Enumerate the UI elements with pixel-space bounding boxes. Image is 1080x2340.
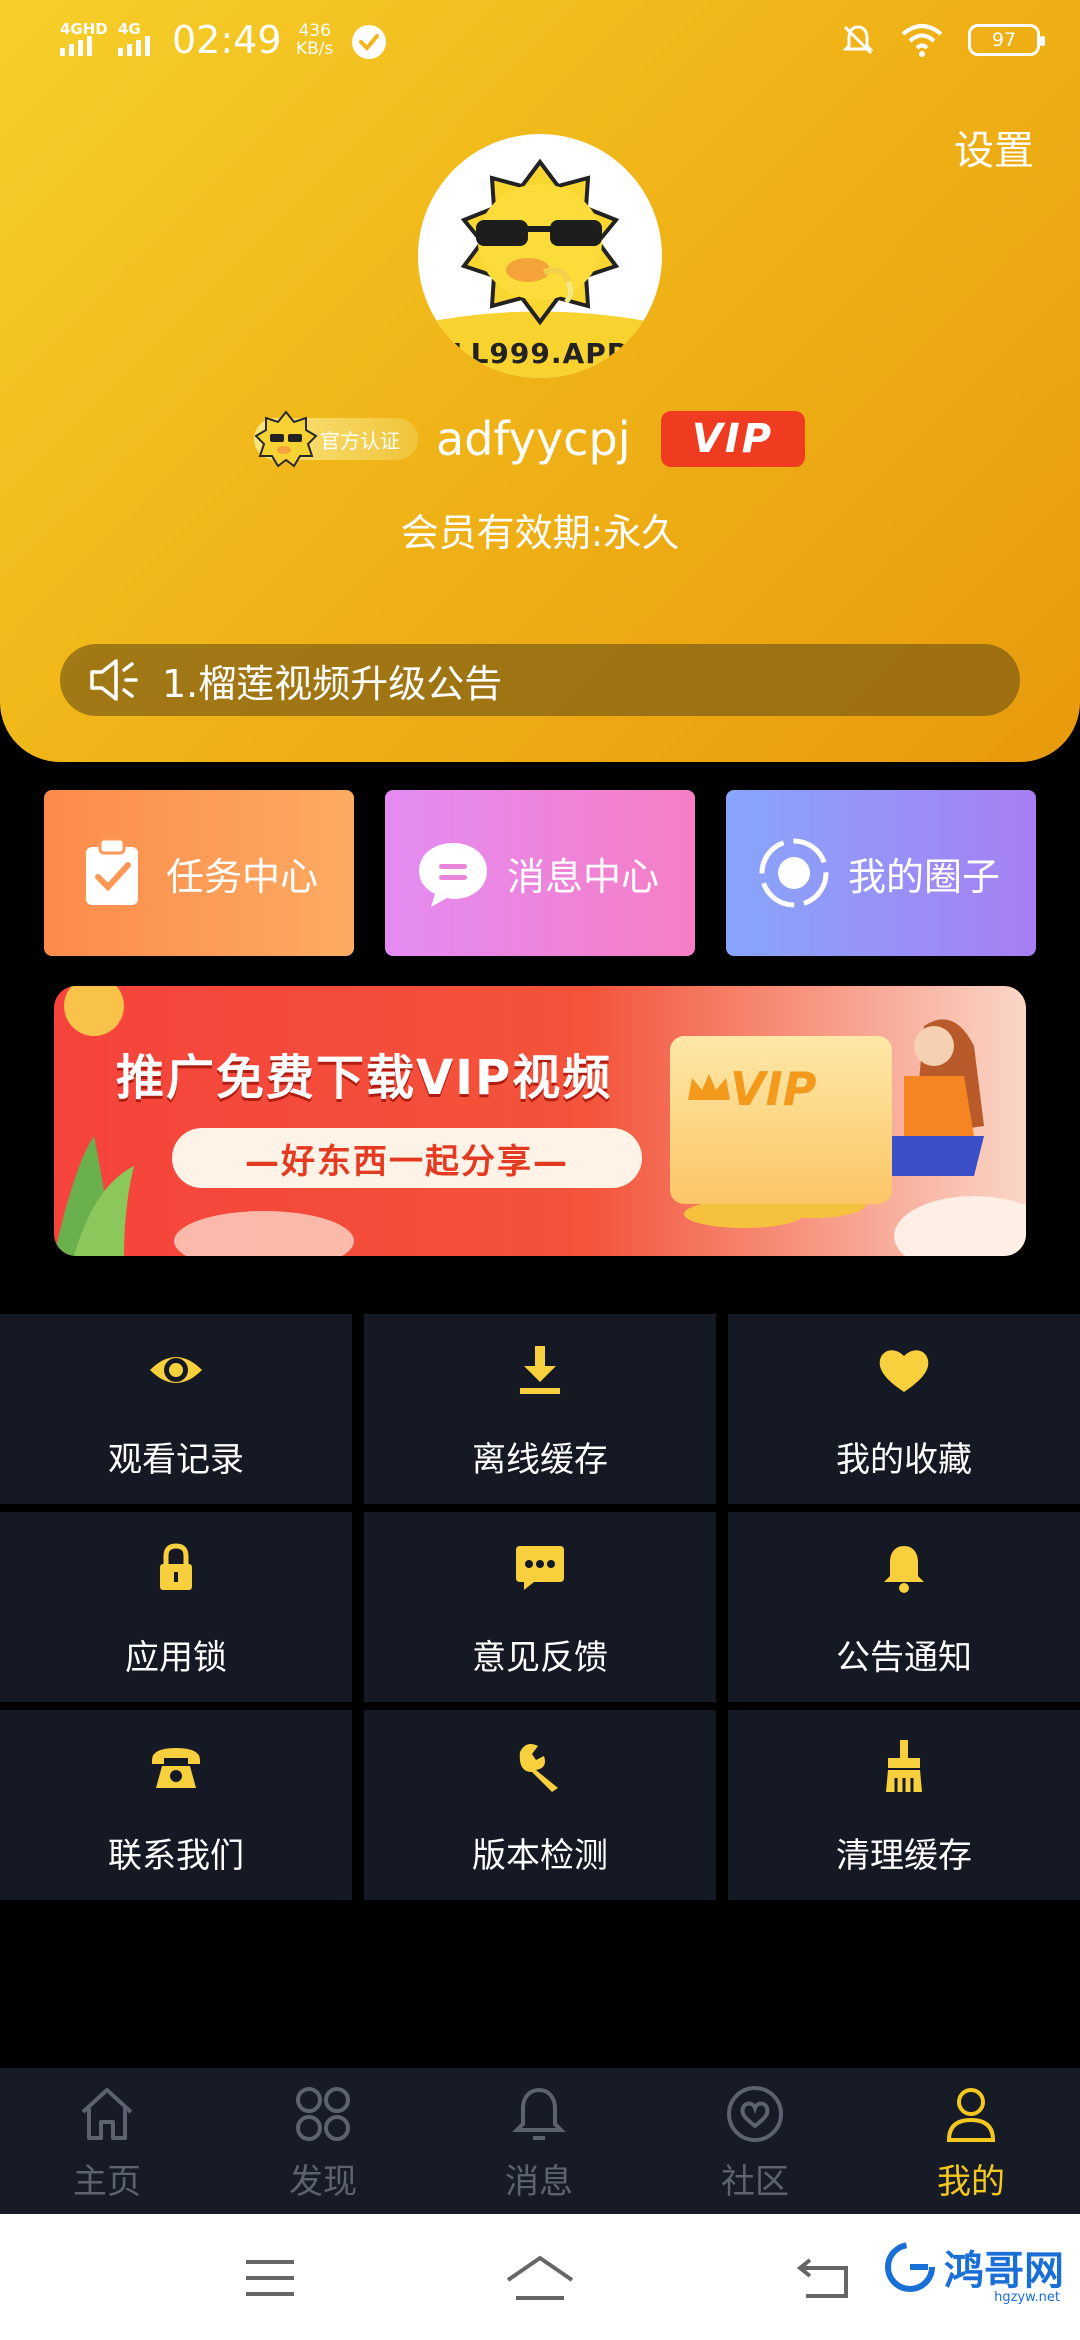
grid-item-favorites[interactable]: 我的收藏 (728, 1314, 1080, 1504)
message-center-card[interactable]: 消息中心 (385, 790, 695, 956)
my-circle-label: 我的圈子 (848, 854, 1001, 899)
tab-discover-label: 发现 (289, 2162, 357, 2202)
avatar-caption: LL999.APP (451, 337, 629, 370)
tab-home[interactable]: 主页 (32, 2082, 182, 2203)
durian-badge-icon (254, 410, 318, 468)
broom-icon (886, 1740, 922, 1792)
grid-item-label: 意见反馈 (472, 1638, 608, 1678)
back-icon[interactable] (796, 2254, 852, 2302)
tab-community[interactable]: 社区 (680, 2082, 830, 2203)
grid-item-app-lock[interactable]: 应用锁 (0, 1512, 352, 1702)
grid-item-label: 观看记录 (108, 1440, 244, 1480)
banner-title: 推广免费下载VIP视频 (116, 1050, 613, 1106)
message-center-label: 消息中心 (507, 854, 660, 899)
mute-bell-icon (842, 25, 874, 55)
speed-value: 436 (298, 21, 331, 41)
crown-icon (688, 1074, 730, 1100)
system-nav-bar: 鸿哥网 hgzyw.net (0, 2214, 1080, 2340)
promo-banner[interactable]: 推广免费下载VIP视频 —好东西一起分享— VIP (54, 986, 1026, 1256)
username: adfyycpj (436, 412, 631, 466)
grid-item-label: 联系我们 (108, 1836, 244, 1876)
network-label-2: 4G (118, 20, 141, 38)
grid-item-label: 公告通知 (836, 1638, 972, 1678)
discover-icon (296, 2087, 350, 2141)
grid-item-label: 版本检测 (472, 1836, 608, 1876)
tab-mine[interactable]: 我的 (896, 2082, 1046, 2203)
heart-icon (879, 1350, 929, 1392)
tab-home-label: 主页 (73, 2162, 141, 2202)
home-nav-icon[interactable] (504, 2254, 576, 2302)
grid-item-feedback[interactable]: 意见反馈 (364, 1512, 716, 1702)
battery-indicator: 97 (968, 24, 1045, 56)
announcement-bar[interactable]: 1.榴莲视频升级公告 (60, 644, 1020, 716)
check-icon (352, 25, 386, 59)
banner-subtitle: —好东西一起分享— (172, 1128, 642, 1188)
grid-item-offline-cache[interactable]: 离线缓存 (364, 1314, 716, 1504)
grid-item-contact-us[interactable]: 联系我们 (0, 1710, 352, 1900)
announcement-text: 1.榴莲视频升级公告 (162, 661, 503, 706)
task-center-label: 任务中心 (166, 854, 319, 899)
speed-unit: KB/s (296, 39, 334, 59)
watermark-url: hgzyw.net (994, 2290, 1060, 2305)
banner-card-label: VIP (730, 1062, 817, 1116)
grid-item-clear-cache[interactable]: 清理缓存 (728, 1710, 1080, 1900)
profile-header: 4GHD 4G 02:49 436 KB/s 97 设置 LL999.APP 官… (0, 0, 1080, 762)
home-icon (81, 2088, 133, 2140)
watermark-logo-icon (885, 2242, 935, 2292)
membership-validity: 会员有效期:永久 (400, 511, 680, 555)
status-bar: 4GHD 4G 02:49 436 KB/s 97 (0, 0, 1080, 86)
my-circle-card[interactable]: 我的圈子 (726, 790, 1036, 956)
tab-messages[interactable]: 消息 (464, 2082, 614, 2203)
bell-icon (884, 1546, 924, 1593)
settings-button[interactable]: 设置 (954, 118, 1034, 176)
grid-item-label: 我的收藏 (836, 1440, 972, 1480)
network-label-1: 4GHD (60, 20, 108, 38)
network-speed: 436 KB/s (296, 22, 333, 58)
watermark: 鸿哥网 hgzyw.net (882, 2238, 1064, 2305)
clipboard-check-icon (86, 837, 138, 905)
clock: 02:49 (172, 18, 282, 62)
grid-item-label: 离线缓存 (472, 1440, 608, 1480)
grid-item-label: 清理缓存 (836, 1836, 972, 1876)
user-icon (946, 2088, 996, 2142)
speaker-icon (90, 659, 138, 701)
grid-item-version-check[interactable]: 版本检测 (364, 1710, 716, 1900)
tab-mine-label: 我的 (937, 2162, 1005, 2202)
circle-target-icon (759, 838, 829, 908)
phone-icon (152, 1748, 200, 1788)
status-icons: 97 (840, 22, 1045, 58)
watermark-name: 鸿哥网 (944, 2248, 1064, 2294)
eye-icon (150, 1357, 202, 1383)
download-icon (520, 1346, 560, 1394)
bottom-tab-bar: 主页 发现 消息 社区 我的 (0, 2068, 1080, 2214)
signal-icon-1 (60, 36, 92, 56)
vip-tag: VIP (660, 411, 805, 467)
menu-icon[interactable] (244, 2258, 296, 2298)
wifi-icon (901, 24, 943, 57)
tab-discover[interactable]: 发现 (248, 2082, 398, 2203)
wrench-icon (519, 1744, 558, 1792)
signal-icon-2 (118, 36, 150, 56)
community-icon (727, 2086, 783, 2142)
verified-badge-label: 官方认证 (320, 428, 400, 453)
grid-item-announcements[interactable]: 公告通知 (728, 1512, 1080, 1702)
tab-messages-label: 消息 (505, 2162, 573, 2202)
avatar[interactable]: LL999.APP (418, 134, 662, 378)
verified-badge: 官方认证 (254, 410, 418, 468)
message-bubble-icon (419, 843, 487, 907)
grid-item-watch-history[interactable]: 观看记录 (0, 1314, 352, 1504)
tab-community-label: 社区 (721, 2162, 789, 2202)
grid-item-label: 应用锁 (125, 1638, 227, 1678)
banner-vip-card: VIP (670, 1036, 892, 1204)
task-center-card[interactable]: 任务中心 (44, 790, 354, 956)
user-info-row: 官方认证 adfyycpj VIP (254, 408, 805, 470)
bell-icon (512, 2087, 566, 2140)
chat-icon (516, 1546, 564, 1590)
lock-icon (160, 1543, 192, 1590)
